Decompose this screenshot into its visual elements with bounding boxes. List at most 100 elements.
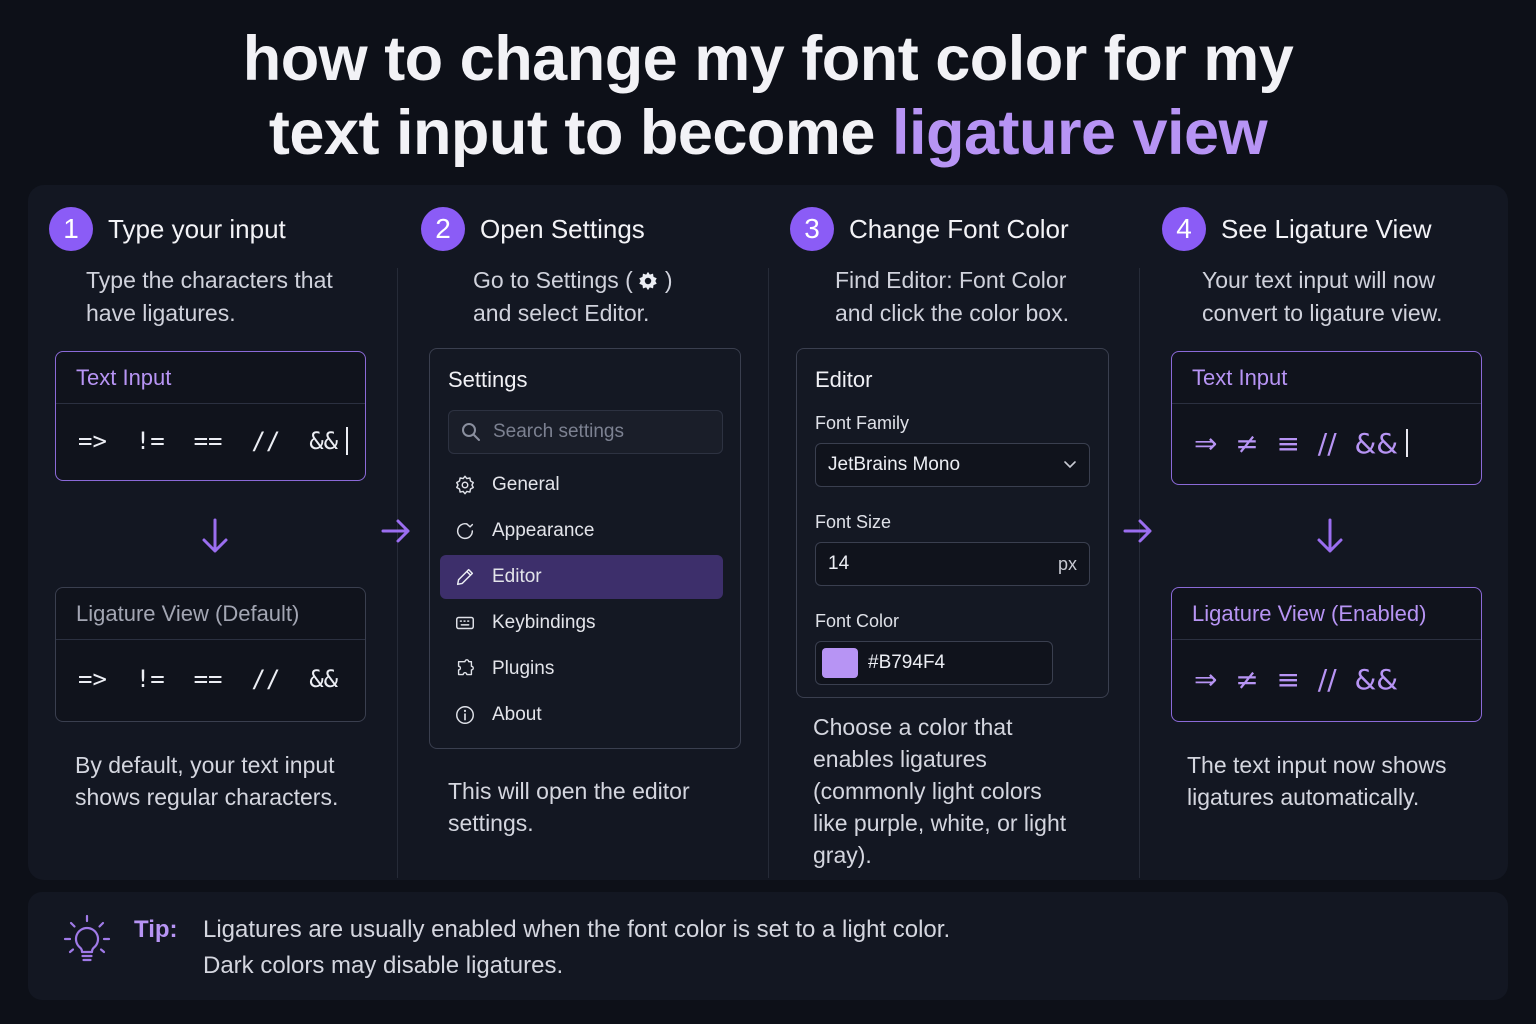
puzzle-icon [454,658,476,680]
step-description-line: and click the color box. [835,300,1069,326]
font-size-unit: px [1057,553,1077,574]
arrow-down-icon [202,518,228,553]
font-color-picker[interactable]: #B794F4 [815,641,1053,685]
text-input-card[interactable]: Text Input => != == // && [55,351,366,481]
tip-line: Dark colors may disable ligatures. [203,952,564,979]
menu-item-label: Plugins [492,658,555,679]
info-icon [454,704,476,726]
arrow-right-icon [1123,519,1152,543]
caption-line: settings. [448,810,534,836]
font-family-select[interactable]: JetBrains Mono [815,443,1090,487]
step-caption: Choose a color that enables ligatures (c… [813,711,1066,871]
step-description: Type the characters that have ligatures. [49,264,389,330]
editor-title: Editor [815,367,873,392]
column-divider [768,268,769,878]
step-description-line: and select Editor. [473,300,650,326]
card-header: Ligature View (Enabled) [1172,588,1481,640]
input-text: => != == // && [78,426,339,455]
step-title: Type your input [108,213,286,244]
caption-line: gray). [813,842,872,868]
text-input-field[interactable]: ⇒ ≠ ≡ // && [1172,404,1481,482]
font-color-label: Font Color [815,611,900,631]
gear-icon [454,474,476,496]
step-caption: This will open the editor settings. [448,775,690,839]
step-title: Change Font Color [849,213,1069,244]
settings-item-appearance[interactable]: Appearance [440,509,723,553]
font-size-value: 14 [828,553,850,574]
column-divider [397,268,398,878]
step-number-badge: 4 [1162,207,1206,251]
title-line-1: how to change my font color for my [242,24,1294,94]
step-description-line: Go to Settings ( ) [473,264,751,297]
step-description-line: have ligatures. [86,300,236,326]
step-caption: The text input now shows ligatures autom… [1187,749,1447,813]
settings-item-keybindings[interactable]: Keybindings [440,601,723,645]
settings-item-editor[interactable]: Editor [440,555,723,599]
menu-item-label: About [492,704,542,725]
caption-line: shows regular characters. [75,784,339,810]
font-size-input[interactable]: 14 px [815,542,1090,586]
color-swatch[interactable] [822,648,858,678]
ligature-view-enabled-card: Ligature View (Enabled) ⇒ ≠ ≡ // && [1171,587,1482,722]
step-caption: By default, your text input shows regula… [75,749,338,813]
caption-line: (commonly light colors [813,778,1042,804]
ligature-view-output: => != == // && [78,665,339,693]
tip-line: Ligatures are usually enabled when the f… [203,916,951,943]
search-placeholder: Search settings [493,421,624,442]
input-text: ⇒ ≠ ≡ // && [1194,426,1399,460]
caption-line: ligatures automatically. [1187,784,1420,810]
arrow-down-icon [1317,518,1343,553]
step-description: Your text input will now convert to liga… [1162,264,1502,330]
step-2-header: 2 Open Settings [421,205,751,253]
settings-panel: Settings Search settings General Appeara… [429,348,741,749]
step-number-badge: 3 [790,207,834,251]
title-line-2-plain: text input to become [268,98,892,168]
tip-text: Ligatures are usually enabled when the f… [203,912,950,984]
text-caret [1406,429,1409,457]
card-header: Text Input [1172,352,1481,404]
menu-item-label: Appearance [492,520,595,541]
column-divider [1139,268,1140,878]
caption-line: By default, your text input [75,752,335,778]
card-header: Ligature View (Default) [56,588,365,640]
step-3-header: 3 Change Font Color [790,205,1130,253]
arrow-right-icon [381,519,410,543]
menu-item-label: General [492,474,560,495]
caption-line: like purple, white, or light [813,810,1067,836]
step-description: Find Editor: Font Color and click the co… [790,264,1130,330]
caption-line: Choose a color that [813,714,1013,740]
pencil-icon [454,566,476,588]
palette-icon [454,520,476,542]
font-size-label: Font Size [815,512,892,532]
step-number-badge: 1 [49,207,93,251]
step-title: See Ligature View [1221,213,1432,244]
step-1-header: 1 Type your input [49,205,389,253]
title-line-2: text input to become ligature view [0,96,1536,170]
chevron-down-icon [1064,461,1076,469]
settings-item-general[interactable]: General [440,463,723,507]
step-4-header: 4 See Ligature View [1162,205,1502,253]
step-description-line: Your text input will now [1202,267,1436,293]
settings-item-about[interactable]: About [440,693,723,737]
desc-text: ) [664,267,673,293]
text-input-card[interactable]: Text Input ⇒ ≠ ≡ // && [1171,351,1482,485]
font-color-value: #B794F4 [868,652,946,673]
ligature-view-output: ⇒ ≠ ≡ // && [1194,662,1399,696]
settings-item-plugins[interactable]: Plugins [440,647,723,691]
step-description: Go to Settings ( ) and select Editor. [421,264,751,330]
text-caret [346,426,349,455]
step-3: 3 Change Font Color Find Editor: Font Co… [790,205,1130,330]
tip-box: Tip: Ligatures are usually enabled when … [28,892,1508,1000]
page-title: how to change my font color for my text … [0,22,1536,170]
ligature-view-default-card: Ligature View (Default) => != == // && [55,587,366,722]
font-family-label: Font Family [815,413,910,433]
menu-item-label: Keybindings [492,612,596,633]
lightbulb-icon [63,914,111,962]
step-2: 2 Open Settings Go to Settings ( ) and s… [421,205,751,330]
search-input[interactable]: Search settings [448,410,723,454]
text-input-field[interactable]: => != == // && [56,404,365,477]
search-icon [462,423,480,441]
title-line-2-accent: ligature view [891,98,1268,168]
tip-label: Tip: [134,916,178,943]
font-family-value: JetBrains Mono [828,454,961,475]
